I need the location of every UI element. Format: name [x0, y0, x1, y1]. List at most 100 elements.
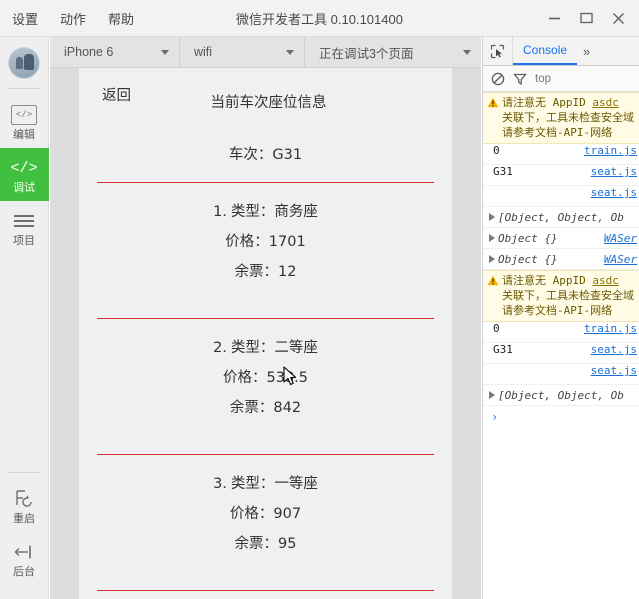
console-object-preview: Object {}: [498, 252, 558, 266]
sidebar-item-debug-label: 调试: [13, 182, 35, 194]
console-context-select[interactable]: top: [535, 73, 551, 85]
console-source-link[interactable]: train.js: [584, 144, 639, 157]
sidebar-item-edit[interactable]: </> 编辑: [0, 95, 49, 148]
avatar[interactable]: [8, 47, 40, 79]
code-box-icon: </>: [11, 104, 37, 126]
console-row[interactable]: 0 train.js: [483, 322, 639, 343]
seat-item-3: 3. 类型：一等座 价格：907 余票：95: [79, 455, 452, 572]
warn-line3-mono: -API-: [557, 126, 591, 139]
warn-line3-mono: -API-: [557, 304, 591, 317]
warn-line1-mono: AppID: [552, 96, 586, 109]
chevron-down-icon: [161, 49, 169, 55]
console-value: G31: [493, 343, 513, 356]
inspect-element-button[interactable]: [483, 37, 513, 65]
seat-type-line-3: 3. 类型：一等座: [79, 469, 452, 499]
seat-price-2: 价格：538.5: [222, 370, 308, 386]
expand-triangle-icon[interactable]: [489, 391, 495, 399]
warn-line2: 关联下，工具未检查安全域: [502, 111, 634, 124]
seat-price-3: 价格：907: [229, 506, 302, 522]
phone-screen: 返回 当前车次座位信息 车次：G31 1. 类型：商务座 价格：1701 余票：1…: [79, 68, 452, 599]
hamburger-icon: [14, 210, 34, 232]
restart-icon: [13, 488, 35, 510]
seat-remaining-2: 余票：842: [229, 400, 302, 416]
warn-line3-a: 请参考文档: [502, 304, 557, 317]
device-select[interactable]: iPhone 6: [50, 37, 180, 67]
console-source-link[interactable]: WASer: [604, 232, 639, 245]
inspect-icon: [490, 44, 505, 58]
console-object-row[interactable]: Object {} WASer: [483, 228, 639, 249]
menu-help[interactable]: 帮助: [108, 9, 134, 28]
back-button[interactable]: 返回: [102, 84, 131, 105]
console-object-row[interactable]: [Object, Object, Ob: [483, 207, 639, 228]
seat-type-1: 类型：商务座: [230, 204, 318, 220]
seat-remaining-3: 余票：95: [234, 536, 297, 552]
sidebar-item-debug[interactable]: </> 调试: [0, 148, 49, 201]
console-warning-message[interactable]: 请注意无 AppID asdc 关联下，工具未检查安全域 请参考文档-API-网…: [483, 92, 639, 144]
console-value: G31: [493, 165, 513, 178]
page-header: 返回 当前车次座位信息: [79, 68, 452, 116]
code-slash-icon: </>: [10, 159, 38, 177]
menu-settings[interactable]: 设置: [12, 9, 38, 28]
simulator-toolbar: iPhone 6 wifi 正在调试3个页面: [50, 37, 481, 68]
sidebar-item-background[interactable]: 后台: [0, 532, 49, 585]
console-prompt[interactable]: ›: [483, 406, 639, 428]
seat-index-3: 3.: [213, 476, 227, 492]
warning-icon: [487, 273, 499, 318]
console-log[interactable]: 请注意无 AppID asdc 关联下，工具未检查安全域 请参考文档-API-网…: [483, 92, 639, 599]
sidebar-item-restart[interactable]: 重启: [0, 479, 49, 532]
seat-type-3: 类型：一等座: [230, 476, 318, 492]
console-source-link[interactable]: seat.js: [591, 364, 639, 377]
seat-index-1: 1.: [213, 204, 227, 220]
console-object-preview: [Object, Object, Ob: [498, 210, 624, 224]
sidebar-item-edit-label: 编辑: [13, 129, 35, 141]
console-object-row[interactable]: [Object, Object, Ob: [483, 385, 639, 406]
console-source-link[interactable]: train.js: [584, 322, 639, 335]
close-button[interactable]: [603, 4, 633, 34]
warn-line1-a: 请注意无: [502, 274, 546, 287]
menu-actions[interactable]: 动作: [60, 9, 86, 28]
warn-line3-a: 请参考文档: [502, 126, 557, 139]
tab-console[interactable]: Console: [513, 37, 578, 65]
divider-4: [97, 590, 434, 591]
warn-line1-link[interactable]: asdc: [592, 274, 619, 287]
seat-price-1: 价格：1701: [225, 234, 306, 250]
seat-type-line-2: 2. 类型：二等座: [79, 333, 452, 363]
console-source-link[interactable]: seat.js: [591, 186, 639, 199]
console-source-link[interactable]: WASer: [604, 253, 639, 266]
seat-item-1: 1. 类型：商务座 价格：1701 余票：12: [79, 183, 452, 300]
minimize-icon: [548, 17, 560, 20]
page-title: 当前车次座位信息: [210, 94, 327, 111]
minimize-button[interactable]: [539, 4, 569, 34]
network-select-value: wifi: [194, 45, 213, 59]
console-source-link[interactable]: seat.js: [591, 343, 639, 356]
sidebar-item-project[interactable]: 项目: [0, 201, 49, 254]
console-warning-text: 请注意无 AppID asdc 关联下，工具未检查安全域 请参考文档-API-网…: [502, 95, 634, 140]
expand-triangle-icon[interactable]: [489, 213, 495, 221]
devtools-tabbar: Console »: [483, 37, 639, 66]
console-warning-message[interactable]: 请注意无 AppID asdc 关联下，工具未检查安全域 请参考文档-API-网…: [483, 270, 639, 322]
console-row[interactable]: 0 train.js: [483, 144, 639, 165]
seat-index-2: 2.: [213, 340, 227, 356]
network-select[interactable]: wifi: [180, 37, 305, 67]
maximize-button[interactable]: [571, 4, 601, 34]
console-source-link[interactable]: seat.js: [591, 165, 639, 178]
debug-pages-select[interactable]: 正在调试3个页面: [305, 37, 481, 67]
expand-triangle-icon[interactable]: [489, 255, 495, 263]
seat-type-line-1: 1. 类型：商务座: [79, 197, 452, 227]
filter-console-button[interactable]: [513, 72, 527, 86]
sidebar-divider-top: [7, 88, 41, 89]
clear-console-button[interactable]: [491, 72, 505, 86]
console-object-row[interactable]: Object {} WASer: [483, 249, 639, 270]
console-row[interactable]: seat.js: [483, 364, 639, 385]
more-tabs-button[interactable]: »: [577, 37, 596, 65]
console-value: 0: [493, 144, 500, 157]
warning-icon: [487, 95, 499, 140]
window-controls: [539, 0, 633, 37]
warn-line2: 关联下，工具未检查安全域: [502, 289, 634, 302]
warn-line1-link[interactable]: asdc: [592, 96, 619, 109]
console-row[interactable]: G31 seat.js: [483, 165, 639, 186]
console-row[interactable]: G31 seat.js: [483, 343, 639, 364]
expand-triangle-icon[interactable]: [489, 234, 495, 242]
console-row[interactable]: seat.js: [483, 186, 639, 207]
console-value: 0: [493, 322, 500, 335]
